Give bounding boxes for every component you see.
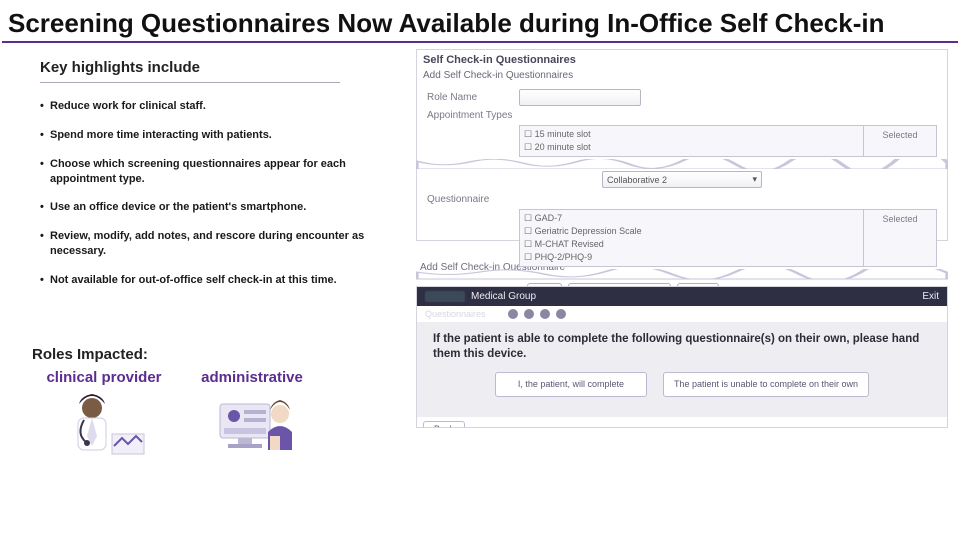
progress-step-icon <box>540 309 550 319</box>
selected-column-label: Selected <box>863 210 936 266</box>
clinician-illustration <box>54 390 154 460</box>
torn-edge-icon <box>416 159 948 169</box>
list-item: Choose which screening questionnaires ap… <box>40 157 394 187</box>
list-item: Reduce work for clinical staff. <box>40 99 394 114</box>
patient-will-complete-button[interactable]: I, the patient, will complete <box>495 372 647 397</box>
role-label: administrative <box>201 369 303 390</box>
role-label: clinical provider <box>46 369 161 390</box>
highlights-heading: Key highlights include <box>18 49 400 80</box>
role-name-label: Role Name <box>427 92 519 103</box>
breadcrumb: Questionnaires <box>425 309 486 319</box>
back-button[interactable]: Back <box>423 421 465 428</box>
panel1-title: Self Check-in Questionnaires <box>417 50 947 70</box>
questionnaire-label: Questionnaire <box>417 190 947 207</box>
patient-prompt-text: If the patient is able to complete the f… <box>433 332 931 362</box>
list-item: Not available for out-of-office self che… <box>40 273 394 288</box>
patient-unable-button[interactable]: The patient is unable to complete on the… <box>663 372 869 397</box>
list-item: Spend more time interacting with patient… <box>40 128 394 143</box>
role-administrative: administrative <box>192 369 312 460</box>
brand-suffix: Medical Group <box>471 291 536 302</box>
exit-button[interactable]: Exit <box>922 291 939 302</box>
appt-types-label: Appointment Types <box>427 110 519 121</box>
progress-step-icon <box>508 309 518 319</box>
slot-option[interactable]: ☐ 20 minute slot <box>524 141 859 154</box>
roles-heading: Roles Impacted: <box>18 304 400 369</box>
panel1-subtitle: Add Self Check-in Questionnaires <box>417 70 947 87</box>
progress-step-icon <box>524 309 534 319</box>
questionnaire-option[interactable]: ☐ PHQ-2/PHQ-9 <box>524 251 859 264</box>
highlights-list: Reduce work for clinical staff. Spend mo… <box>18 99 400 288</box>
questionnaire-option[interactable]: ☐ M-CHAT Revised <box>524 238 859 251</box>
page-title: Screening Questionnaires Now Available d… <box>0 0 960 41</box>
list-item: Use an office device or the patient's sm… <box>40 200 394 215</box>
right-column: Self Check-in Questionnaires Add Self Ch… <box>410 49 960 444</box>
collaborative-dropdown[interactable]: Collaborative 2▾ <box>602 171 762 188</box>
brand-logo-redacted <box>425 291 465 302</box>
admin-illustration <box>202 390 302 460</box>
slot-option[interactable]: ☐ 15 minute slot <box>524 128 859 141</box>
left-column: Key highlights include Reduce work for c… <box>0 49 410 460</box>
questionnaire-picker[interactable]: ☐ GAD-7 ☐ Geriatric Depression Scale ☐ M… <box>519 209 937 267</box>
appointment-type-picker[interactable]: ☐ 15 minute slot ☐ 20 minute slot Select… <box>519 125 937 157</box>
progress-step-icon <box>556 309 566 319</box>
role-name-input[interactable] <box>519 89 641 106</box>
selected-column-label: Selected <box>863 126 936 156</box>
role-clinical-provider: clinical provider <box>44 369 164 460</box>
patient-device-screenshot: Medical Group Exit Questionnaires If the… <box>416 286 948 428</box>
list-item: Review, modify, add notes, and rescore d… <box>40 229 394 259</box>
highlights-underline <box>40 82 340 83</box>
progress-step-icon <box>492 309 502 319</box>
questionnaire-option[interactable]: ☐ GAD-7 <box>524 212 859 225</box>
torn-edge-icon <box>416 269 948 279</box>
admin-config-screenshot: Self Check-in Questionnaires Add Self Ch… <box>416 49 948 241</box>
title-underline <box>2 41 958 43</box>
chevron-down-icon: ▾ <box>752 174 757 185</box>
questionnaire-option[interactable]: ☐ Geriatric Depression Scale <box>524 225 859 238</box>
